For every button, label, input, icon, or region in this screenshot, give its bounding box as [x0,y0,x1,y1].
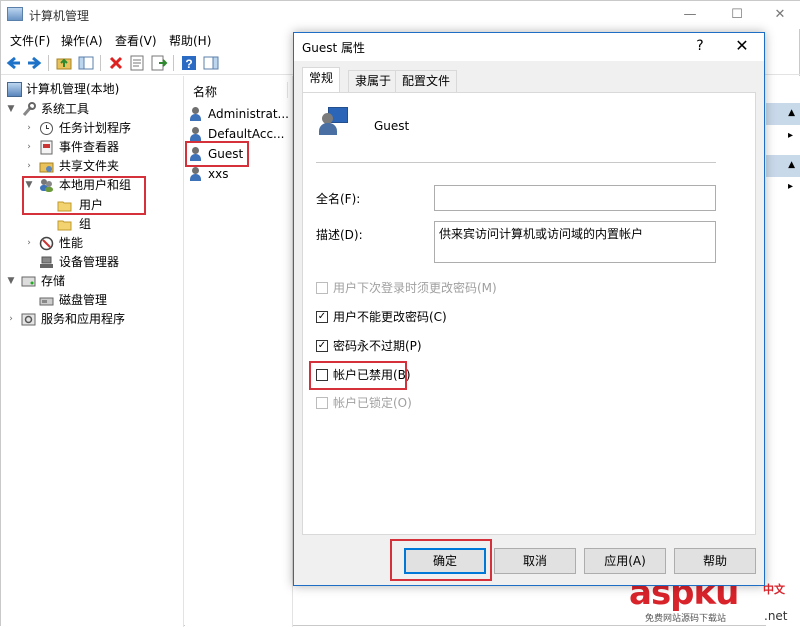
tools-icon [21,102,36,117]
storage-icon [21,274,36,289]
folder-icon [57,217,72,232]
account-name: Guest [374,119,410,133]
chevron-right-icon[interactable]: › [23,138,35,157]
disk-icon [39,293,54,308]
app-title: 计算机管理 [29,9,90,23]
description-field[interactable]: 供来宾访问计算机或访问域的内置帐户 [434,221,716,263]
general-tab-panel: Guest 全名(F): 描述(D): 供来宾访问计算机或访问域的内置帐户 用户… [302,92,756,535]
user-icon [189,107,204,122]
properties-icon[interactable] [128,54,146,72]
dialog-close-button[interactable]: ✕ [732,36,752,56]
checkbox-box[interactable] [316,282,328,294]
toolbar-separator [48,55,49,71]
dialog-help-button[interactable]: ? [690,36,710,56]
chevron-down-icon[interactable]: ▼ [23,176,35,195]
show-action-pane-icon[interactable] [202,54,220,72]
user-account-icon [318,105,350,137]
collapse-arrow-icon[interactable]: ▲ [788,160,795,170]
chevron-down-icon[interactable]: ▼ [5,272,17,291]
back-icon[interactable] [5,54,23,72]
folder-icon [57,198,72,213]
menu-file[interactable]: 文件(F) [10,32,50,49]
action-pane: ▲ ▲ ▸ ▸ [766,76,800,627]
checkbox-box[interactable] [316,397,328,409]
checkbox-box[interactable] [316,369,328,381]
cancel-button[interactable]: 取消 [494,548,576,574]
console-tree: 计算机管理(本地) ▼ 系统工具 › 任务计划程序 › 事件查看器 › 共享文件… [1,76,184,627]
fullname-field[interactable] [434,185,716,211]
user-list: 名称 Administrat... DefaultAcc... Guest xx… [185,76,293,627]
chevron-right-icon[interactable]: ▸ [788,181,793,192]
forward-icon[interactable] [25,54,43,72]
user-icon [189,167,204,182]
description-label: 描述(D): [316,228,363,242]
clock-icon [39,121,54,136]
users-groups-icon [39,178,54,193]
shared-folder-icon [39,159,54,174]
column-header-name[interactable]: 名称 [185,80,293,100]
show-hide-tree-icon[interactable] [77,54,95,72]
event-viewer-icon [39,140,54,155]
menu-view[interactable]: 查看(V) [115,32,157,49]
minimize-button[interactable]: — [673,4,707,26]
chevron-right-icon[interactable]: ▸ [788,130,793,141]
dialog-title-bar: Guest 属性 ? ✕ [294,33,764,61]
computer-management-icon [7,82,22,97]
user-icon [189,127,204,142]
apply-button[interactable]: 应用(A) [584,548,666,574]
help-icon[interactable]: ? [180,54,198,72]
user-icon [189,147,204,162]
checkmark-icon[interactable]: ✓ [316,340,328,352]
fullname-label: 全名(F): [316,192,361,206]
action-section-header[interactable]: ▲ [766,103,800,125]
maximize-button[interactable]: ☐ [720,4,754,26]
menu-action[interactable]: 操作(A) [61,32,103,49]
tab-member-of[interactable]: 隶属于 [348,70,399,92]
dialog-title: Guest 属性 [302,41,366,55]
delete-icon[interactable] [107,54,125,72]
close-button[interactable]: ✕ [763,4,797,26]
guest-properties-dialog: Guest 属性 ? ✕ 常规 隶属于 配置文件 Guest 全名(F): 描述… [293,32,765,586]
title-bar: 计算机管理 — ☐ ✕ [1,1,800,29]
chevron-right-icon[interactable]: › [23,234,35,253]
help-button[interactable]: 帮助 [674,548,756,574]
checkmark-icon[interactable]: ✓ [316,311,328,323]
svg-text:?: ? [185,57,192,71]
device-manager-icon [39,255,54,270]
computer-management-icon [7,7,23,21]
menu-help[interactable]: 帮助(H) [169,32,211,49]
tab-general[interactable]: 常规 [302,67,341,93]
chevron-right-icon[interactable]: › [5,310,17,329]
up-folder-icon[interactable] [55,54,73,72]
chevron-right-icon[interactable]: › [23,157,35,176]
tab-profile[interactable]: 配置文件 [395,70,458,92]
toolbar-separator [100,55,101,71]
chevron-down-icon[interactable]: ▼ [5,100,17,119]
export-list-icon[interactable] [150,54,168,72]
divider [316,162,716,163]
collapse-arrow-icon[interactable]: ▲ [788,108,795,118]
toolbar-separator [173,55,174,71]
chevron-right-icon[interactable]: › [23,119,35,138]
ok-button[interactable]: 确定 [404,548,486,574]
performance-icon [39,236,54,251]
column-divider[interactable] [287,82,288,98]
action-section-header[interactable]: ▲ [766,155,800,177]
services-icon [21,312,36,327]
